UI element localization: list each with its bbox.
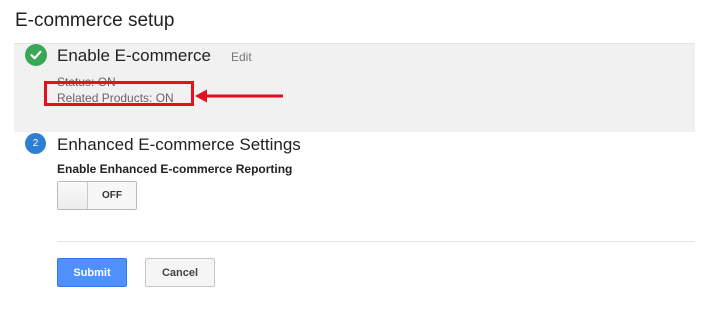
enhanced-reporting-label: Enable Enhanced E-commerce Reporting bbox=[57, 162, 293, 176]
submit-button[interactable]: Submit bbox=[57, 258, 127, 287]
checkmark-icon bbox=[25, 44, 47, 66]
step2-title: Enhanced E-commerce Settings bbox=[57, 135, 301, 154]
step1-title: Enable E-commerce bbox=[57, 46, 212, 65]
arrow-left-icon bbox=[195, 89, 283, 103]
edit-link[interactable]: Edit bbox=[231, 50, 252, 64]
page-title: E-commerce setup bbox=[15, 10, 175, 31]
toggle-state-label: OFF bbox=[102, 190, 122, 201]
step-number-icon: 2 bbox=[25, 133, 46, 154]
enhanced-reporting-toggle[interactable]: OFF bbox=[57, 181, 137, 210]
toggle-handle bbox=[58, 182, 88, 209]
highlight-box bbox=[44, 81, 194, 106]
divider bbox=[57, 241, 695, 242]
cancel-button[interactable]: Cancel bbox=[145, 258, 215, 287]
